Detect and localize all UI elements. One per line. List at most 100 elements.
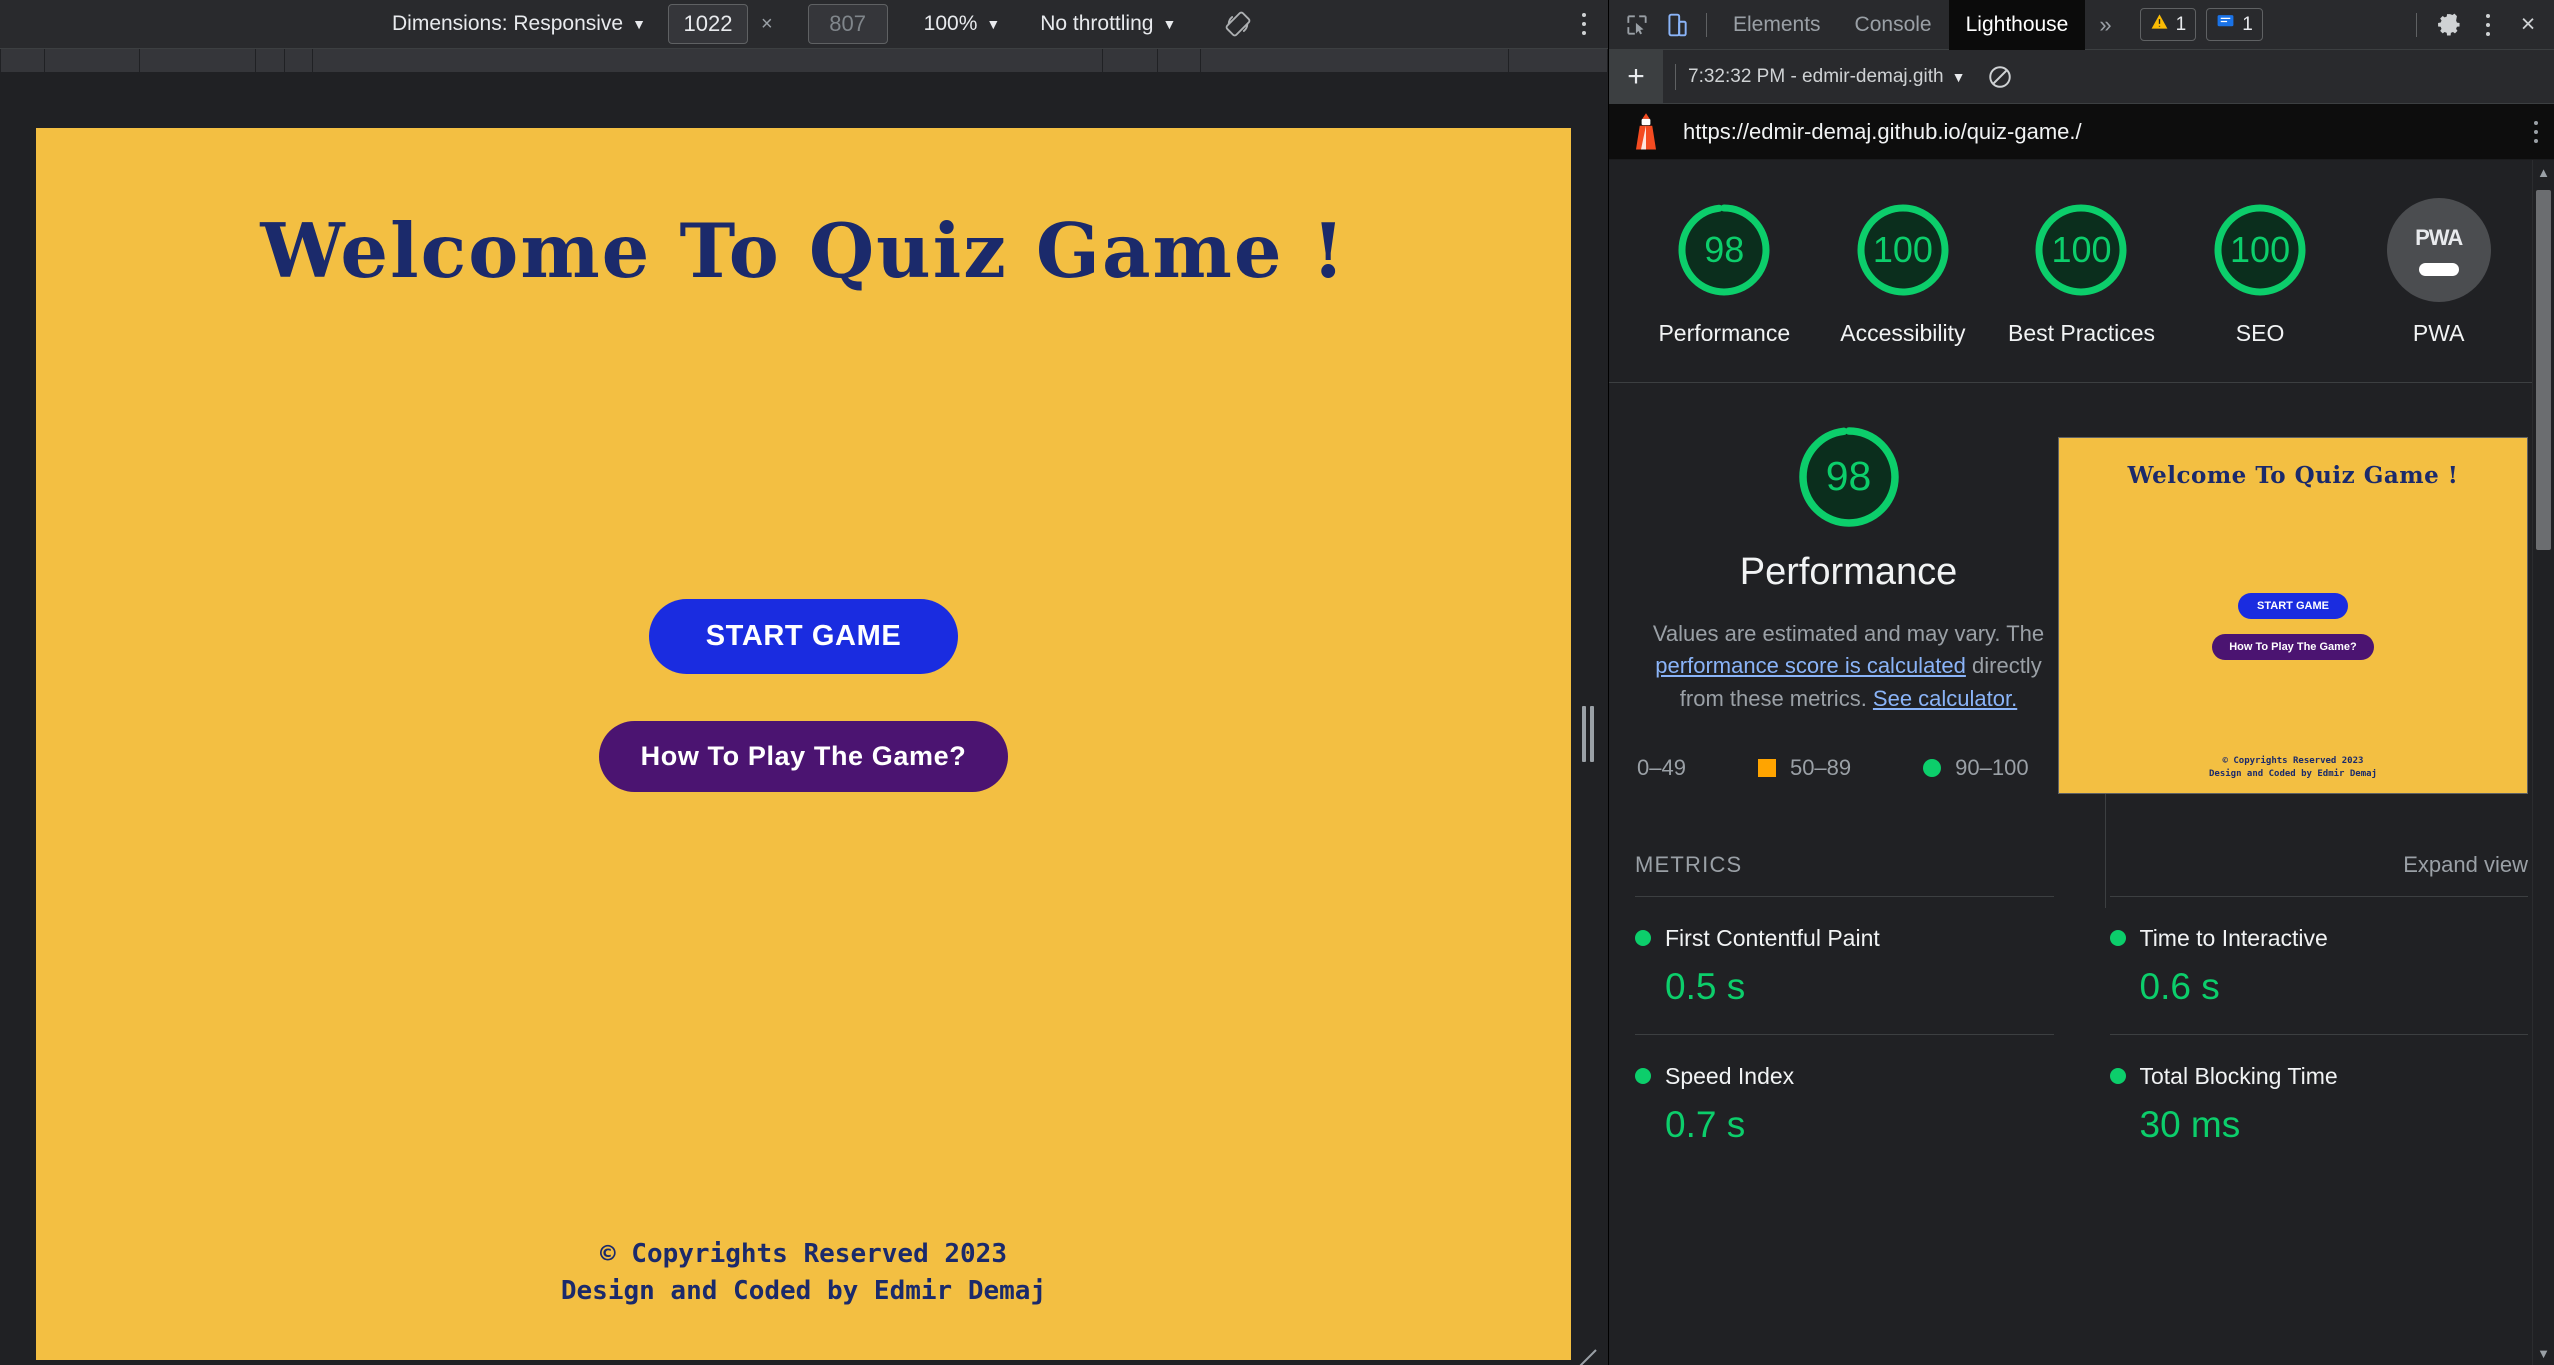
gauge-label: Performance: [1658, 320, 1791, 346]
dimensions-label: Dimensions: Responsive: [392, 12, 624, 35]
gauge-accessibility[interactable]: 100 Accessibility: [1828, 198, 1978, 348]
viewport-resize-handle-right[interactable]: [1582, 706, 1594, 762]
chevron-down-icon: ▼: [986, 16, 1001, 32]
performance-gauge: 98: [1793, 421, 1905, 533]
report-scrollbar[interactable]: ▲ ▼: [2532, 160, 2554, 1365]
rotate-device-icon[interactable]: [1224, 10, 1252, 38]
gauge-pwa[interactable]: PWA PWA: [2364, 198, 2514, 348]
lighthouse-runbar: + 7:32:32 PM - edmir-demaj.gith ▼: [1609, 49, 2554, 104]
chevron-down-icon: ▼: [1951, 68, 1966, 85]
desc-part-1: Values are estimated and may vary. The: [1652, 620, 2045, 646]
new-lighthouse-run-button[interactable]: +: [1609, 49, 1663, 104]
devtools-tabbar: Elements Console Lighthouse » 1 1 ×: [1609, 0, 2554, 50]
message-icon: [2216, 12, 2235, 37]
more-tabs-icon[interactable]: »: [2085, 12, 2125, 38]
emulated-viewport-wrapper: Welcome To Quiz Game ! START GAME How To…: [36, 128, 1571, 1360]
how-to-play-button[interactable]: How To Play The Game?: [598, 721, 1009, 792]
expand-view-toggle[interactable]: Expand view: [2403, 852, 2528, 878]
metric-label: First Contentful Paint: [1665, 924, 1880, 951]
lighthouse-icon: [1631, 112, 1661, 151]
devtools-panel: Elements Console Lighthouse » 1 1 × + 7:…: [1608, 0, 2554, 1365]
toggle-device-toolbar-icon[interactable]: [1660, 8, 1694, 42]
scale-range-high: 90–100: [1955, 755, 2029, 781]
gauge-label: SEO: [2235, 320, 2285, 346]
metric-label: Speed Index: [1665, 1062, 1795, 1089]
lighthouse-report: https://edmir-demaj.github.io/quiz-game.…: [1609, 104, 2554, 1365]
metric-value: 0.5 s: [1665, 965, 1746, 1007]
zoom-label: 100%: [923, 12, 978, 35]
gauge-performance[interactable]: 98 Performance: [1649, 198, 1799, 348]
tab-lighthouse[interactable]: Lighthouse: [1948, 0, 2086, 50]
report-options-icon[interactable]: [2534, 120, 2538, 143]
divider: [1675, 63, 1676, 90]
metric-total-blocking-time[interactable]: Total Blocking Time 30 ms: [2109, 1033, 2528, 1172]
info-badge[interactable]: 1: [2206, 8, 2263, 41]
performance-description: Values are estimated and may vary. The p…: [1635, 618, 2062, 716]
metric-value: 0.7 s: [1665, 1103, 1746, 1145]
filmstrip-container: Welcome To Quiz Game ! START GAME How To…: [2058, 407, 2528, 794]
metrics-grid: First Contentful Paint 0.5 s Time to Int…: [1635, 895, 2528, 1172]
thumbnail-footer: © Copyrights Reserved 2023 Design and Co…: [2059, 755, 2527, 781]
scale-range-low: 0–49: [1637, 755, 1686, 781]
page-screenshot-thumbnail[interactable]: Welcome To Quiz Game ! START GAME How To…: [2058, 436, 2528, 794]
tab-elements[interactable]: Elements: [1716, 0, 1838, 50]
metrics-heading: METRICS: [1635, 851, 1743, 877]
gauge-label: PWA: [2412, 320, 2465, 346]
dimensions-dropdown[interactable]: Dimensions: Responsive ▼: [392, 12, 646, 36]
start-game-button[interactable]: START GAME: [648, 599, 959, 674]
viewport-ruler[interactable]: [0, 49, 1608, 73]
warning-count: 1: [2175, 13, 2187, 35]
status-dot-icon: [1635, 1068, 1651, 1085]
emulated-page-viewport[interactable]: Welcome To Quiz Game ! START GAME How To…: [36, 128, 1571, 1360]
footer-credit: Design and Coded by Edmir Demaj: [560, 1276, 1047, 1307]
scrollbar-thumb[interactable]: [2536, 190, 2551, 550]
inspect-element-icon[interactable]: [1620, 8, 1654, 42]
divider: [2416, 12, 2417, 37]
score-calculated-link[interactable]: performance score is calculated: [1655, 653, 1966, 678]
thumbnail-title: Welcome To Quiz Game !: [2127, 461, 2459, 489]
dot: [1582, 22, 1586, 26]
viewport-width-input[interactable]: 1022: [667, 4, 748, 44]
see-calculator-link[interactable]: See calculator.: [1873, 686, 2017, 711]
gauge-ring: 100: [2208, 198, 2312, 302]
info-count: 1: [2242, 13, 2253, 35]
metric-label: Time to Interactive: [2139, 924, 2328, 951]
report-select-dropdown[interactable]: 7:32:32 PM - edmir-demaj.gith ▼: [1688, 66, 1965, 88]
settings-gear-icon[interactable]: [2430, 7, 2466, 43]
gauge-best-practices[interactable]: 100 Best Practices: [2006, 198, 2156, 348]
pwa-badge: PWA: [2386, 198, 2491, 302]
dot: [1582, 13, 1586, 17]
close-devtools-icon[interactable]: ×: [2510, 7, 2546, 43]
metric-speed-index[interactable]: Speed Index 0.7 s: [1635, 1033, 2054, 1172]
thumbnail-how-button: How To Play The Game?: [2212, 633, 2374, 660]
clear-all-icon[interactable]: [1987, 64, 2013, 90]
report-select-label: 7:32:32 PM - edmir-demaj.gith: [1688, 65, 1944, 87]
viewport-height-input[interactable]: 807: [807, 4, 888, 44]
status-dot-icon: [1635, 930, 1651, 947]
metric-label: Total Blocking Time: [2139, 1062, 2338, 1089]
metric-time-to-interactive[interactable]: Time to Interactive 0.6 s: [2109, 895, 2528, 1034]
scroll-down-arrow-icon[interactable]: ▼: [2533, 1341, 2554, 1365]
gauge-ring: 100: [1851, 198, 1955, 302]
more-tools-icon[interactable]: [2470, 7, 2506, 43]
category-gauges: 98 Performance 100 Accessibility 100 Bes…: [1609, 160, 2554, 383]
page-actions: START GAME How To Play The Game?: [36, 599, 1571, 792]
tab-console[interactable]: Console: [1838, 0, 1949, 50]
metric-first-contentful-paint[interactable]: First Contentful Paint 0.5 s: [1635, 895, 2054, 1034]
gauge-score: 100: [1872, 229, 1933, 270]
device-mode-toolbar: Dimensions: Responsive ▼ 1022 × 807 100%…: [0, 0, 1608, 49]
grip-bar: [1582, 706, 1586, 762]
thumbnail-footer-line1: © Copyrights Reserved 2023: [2222, 755, 2364, 766]
dot: [2534, 120, 2538, 125]
device-toolbar-more-options[interactable]: [1572, 7, 1596, 41]
gauge-seo[interactable]: 100 SEO: [2185, 198, 2335, 348]
warning-badge[interactable]: 1: [2139, 8, 2197, 41]
performance-category: 98 Performance Values are estimated and …: [1609, 383, 2554, 908]
zoom-dropdown[interactable]: 100% ▼: [924, 12, 1001, 36]
throttling-dropdown[interactable]: No throttling ▼: [1040, 12, 1176, 36]
footer-copyright: © Copyrights Reserved 2023: [600, 1239, 1007, 1270]
viewport-resize-handle-corner[interactable]: [1572, 1348, 1598, 1365]
scroll-up-arrow-icon[interactable]: ▲: [2533, 160, 2554, 184]
report-url: https://edmir-demaj.github.io/quiz-game.…: [1683, 118, 2082, 144]
metrics-header-row: METRICS Expand view: [1635, 852, 2528, 878]
